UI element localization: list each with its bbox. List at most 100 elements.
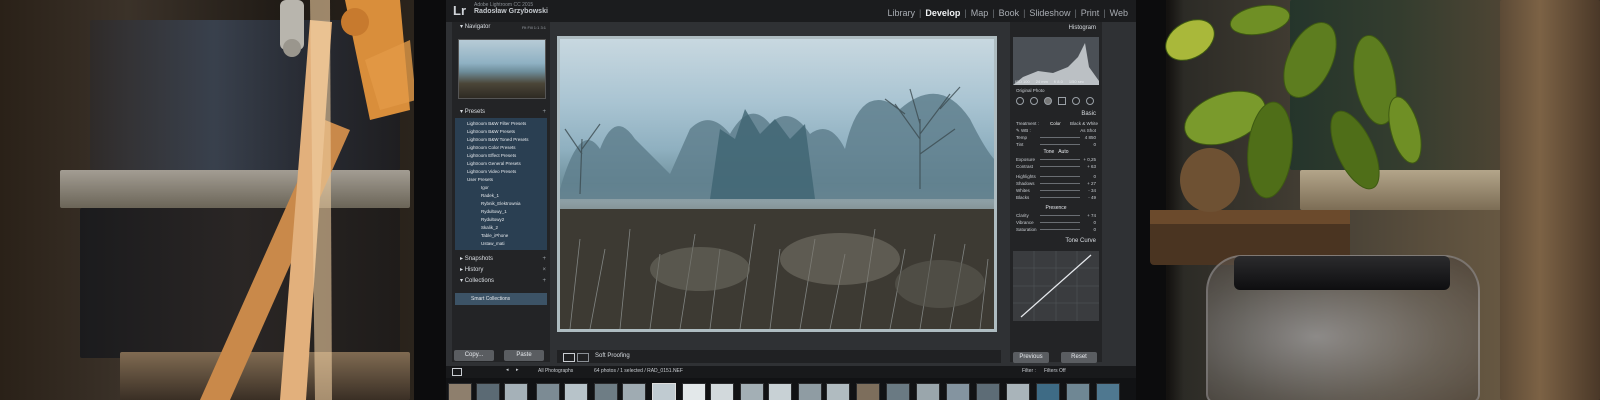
preset-folder[interactable]: Lightroom Video Presets [455, 168, 547, 176]
slider-track[interactable] [1040, 166, 1080, 167]
loupe-view-icon[interactable] [563, 353, 575, 362]
reset-button[interactable]: Reset [1061, 352, 1097, 363]
module-slideshow[interactable]: Slideshow [1029, 8, 1070, 18]
filmstrip-thumbnail[interactable] [768, 383, 792, 400]
before-after-icon[interactable] [577, 353, 589, 362]
red-eye-icon[interactable] [1044, 97, 1052, 105]
slider-row[interactable]: Tint 0 [1010, 141, 1102, 148]
basic-header[interactable]: Basic [1010, 108, 1102, 120]
user-preset[interactable]: Skalik_2 [455, 224, 547, 232]
original-photo-checkbox[interactable]: Original Photo [1010, 87, 1102, 94]
collections-header[interactable]: ▾ Collections + [452, 276, 550, 287]
slider-track[interactable] [1040, 215, 1080, 216]
histogram[interactable]: ISO 100 24 mm f/ 8.0 1/50 sec [1013, 37, 1099, 85]
filmstrip-thumbnail[interactable] [1066, 383, 1090, 400]
navigator-preview[interactable] [458, 39, 546, 99]
preset-folder[interactable]: Lightroom B&W Toned Presets [455, 136, 547, 144]
add-collection-icon[interactable]: + [542, 276, 546, 287]
treatment-color[interactable]: Color [1050, 120, 1061, 127]
slider-value[interactable]: 0 [1093, 219, 1096, 226]
slider-track[interactable] [1040, 183, 1080, 184]
crop-icon[interactable] [1016, 97, 1024, 105]
filmstrip-thumbnail[interactable] [1096, 383, 1120, 400]
slider-row[interactable]: Whites - 34 [1010, 187, 1102, 194]
preset-folder[interactable]: Lightroom Effect Presets [455, 152, 547, 160]
slider-row[interactable]: Vibrance 0 [1010, 219, 1102, 226]
filmstrip-thumbnail[interactable] [594, 383, 618, 400]
filmstrip-thumbnail[interactable] [622, 383, 646, 400]
radial-filter-icon[interactable] [1072, 97, 1080, 105]
module-map[interactable]: Map [971, 8, 989, 18]
filmstrip-thumbnail[interactable] [564, 383, 588, 400]
spot-removal-icon[interactable] [1030, 97, 1038, 105]
copy-button[interactable]: Copy... [454, 350, 494, 361]
user-preset[interactable]: Table_iPhone [455, 232, 547, 240]
preset-folder[interactable]: Lightroom B&W Presets [455, 128, 547, 136]
filmstrip-thumbnail[interactable] [1006, 383, 1030, 400]
slider-value[interactable]: + 74 [1087, 212, 1096, 219]
filmstrip-thumbnail[interactable] [448, 383, 472, 400]
tone-curve-header[interactable]: Tone Curve [1010, 235, 1102, 247]
presets-header[interactable]: ▾ Presets + [452, 107, 550, 118]
filmstrip-thumbnail[interactable] [476, 383, 500, 400]
slider-value[interactable]: 4 850 [1085, 134, 1096, 141]
zoom-1-1[interactable]: 1:1 [534, 25, 540, 30]
back-arrow-icon[interactable]: ◂ [506, 367, 509, 373]
preset-folder[interactable]: User Presets [455, 176, 547, 184]
slider-track[interactable] [1040, 176, 1080, 177]
histogram-header[interactable]: Histogram [1010, 22, 1102, 34]
grid-view-icon[interactable] [452, 368, 462, 376]
filmstrip-thumbnail[interactable] [798, 383, 822, 400]
filmstrip-thumbnail[interactable] [1036, 383, 1060, 400]
preset-folder[interactable]: Lightroom Color Presets [455, 144, 547, 152]
slider-track[interactable] [1040, 222, 1080, 223]
filmstrip-thumbnail[interactable] [976, 383, 1000, 400]
module-web[interactable]: Web [1110, 8, 1128, 18]
add-snapshot-icon[interactable]: + [542, 254, 546, 265]
filmstrip-thumbnail[interactable] [826, 383, 850, 400]
slider-value[interactable]: - 34 [1088, 187, 1096, 194]
slider-value[interactable]: + 63 [1087, 163, 1096, 170]
filmstrip-thumbnail[interactable] [710, 383, 734, 400]
slider-track[interactable] [1040, 159, 1080, 160]
slider-track[interactable] [1040, 144, 1080, 145]
module-develop[interactable]: Develop [925, 8, 960, 18]
zoom-3-1[interactable]: 3:1 [540, 25, 546, 30]
snapshots-header[interactable]: ▸ Snapshots + [452, 254, 550, 265]
history-header[interactable]: ▸ History × [452, 265, 550, 276]
user-preset[interactable]: Rydultowy2 [455, 216, 547, 224]
user-preset[interactable]: Ustaw_mati [455, 240, 547, 248]
slider-track[interactable] [1040, 197, 1080, 198]
filmstrip-thumbnail[interactable] [946, 383, 970, 400]
module-book[interactable]: Book [999, 8, 1020, 18]
zoom-options[interactable]: Fit Fill 1:1 3:1 [522, 22, 546, 33]
slider-row[interactable]: Contrast + 63 [1010, 163, 1102, 170]
add-preset-icon[interactable]: + [542, 107, 546, 118]
zoom-fit[interactable]: Fit [522, 25, 526, 30]
slider-row[interactable]: Shadows + 27 [1010, 180, 1102, 187]
forward-arrow-icon[interactable]: ▸ [516, 367, 519, 373]
slider-track[interactable] [1040, 137, 1080, 138]
slider-row[interactable]: Blacks - 49 [1010, 194, 1102, 201]
user-preset[interactable]: Radek_1 [455, 192, 547, 200]
soft-proofing-checkbox[interactable]: Soft Proofing [595, 353, 630, 359]
tone-auto-button[interactable]: Auto [1058, 149, 1068, 155]
slider-track[interactable] [1040, 190, 1080, 191]
filmstrip-thumbnail[interactable] [740, 383, 764, 400]
slider-value[interactable]: 0 [1093, 141, 1096, 148]
previous-button[interactable]: Previous [1013, 352, 1049, 363]
filmstrip-thumbnail[interactable] [916, 383, 940, 400]
filmstrip-source[interactable]: All Photographs [538, 368, 573, 374]
navigator-header[interactable]: ▾ Navigator Fit Fill 1:1 3:1 [452, 22, 550, 33]
filmstrip-thumbnail[interactable] [652, 383, 676, 400]
slider-value[interactable]: - 49 [1088, 194, 1096, 201]
slider-value[interactable]: + 0,25 [1083, 156, 1096, 163]
slider-row[interactable]: Temp 4 850 [1010, 134, 1102, 141]
filmstrip-thumbnail[interactable] [536, 383, 560, 400]
module-print[interactable]: Print [1081, 8, 1100, 18]
filmstrip-thumbnail[interactable] [886, 383, 910, 400]
smart-collections-item[interactable]: Smart Collections [455, 293, 547, 305]
slider-row[interactable]: Highlights 0 [1010, 173, 1102, 180]
wb-select[interactable]: As Shot [1080, 127, 1096, 134]
slider-row[interactable]: Exposure + 0,25 [1010, 156, 1102, 163]
